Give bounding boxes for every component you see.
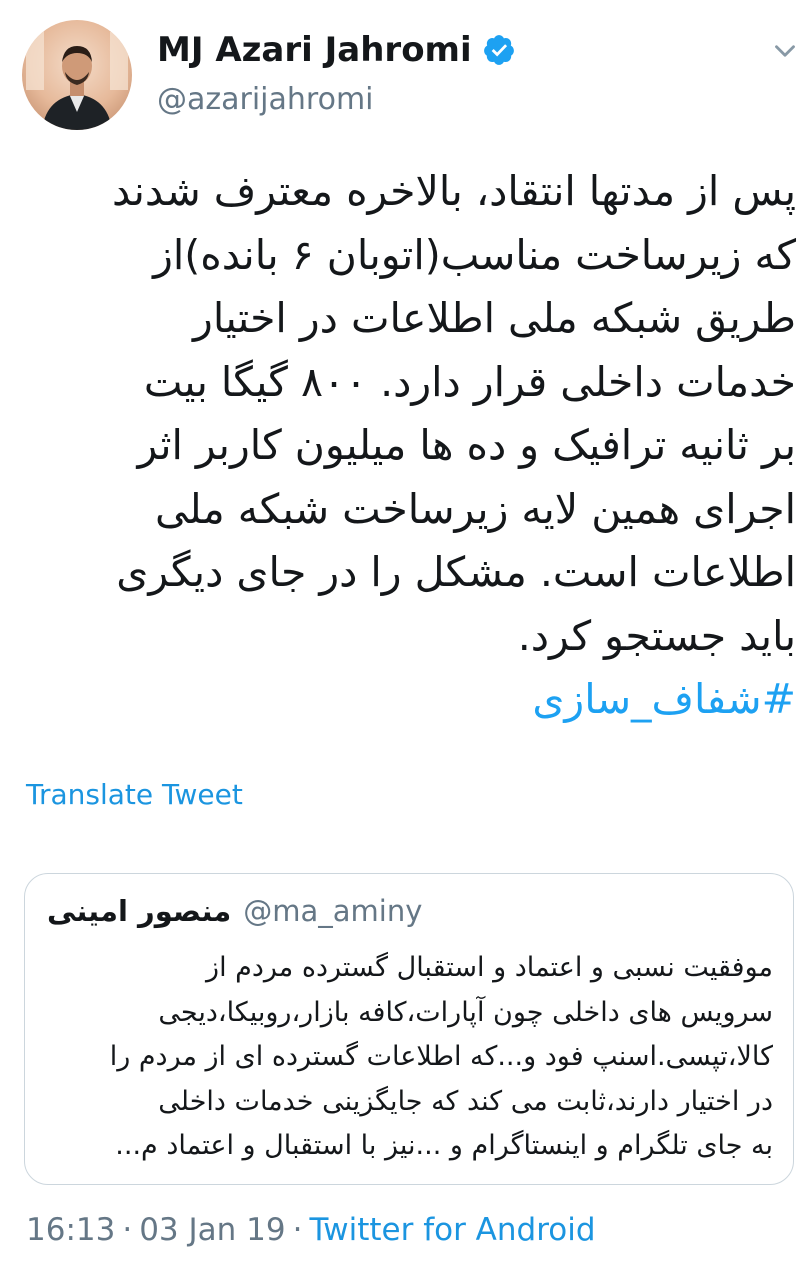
author-display-name[interactable]: MJ Azari Jahromi — [157, 30, 472, 70]
tweet-line: خدمات داخلی قرار دارد. ۸۰۰ گیگا بیت — [143, 357, 796, 406]
quoted-tweet-line: موفقیت نسبی و اعتماد و استقبال گسترده مر… — [206, 952, 773, 983]
quoted-tweet-line: کالا،تپسی.اسنپ فود و...که اطلاعات گسترده… — [109, 1041, 773, 1072]
quoted-tweet-text: موفقیت نسبی و اعتماد و استقبال گسترده مر… — [45, 946, 773, 1169]
tweet-line: اجرای همین لایه زیرساخت شبکه ملی — [154, 484, 796, 533]
translate-tweet-link[interactable]: Translate Tweet — [26, 778, 243, 811]
tweet-source-link[interactable]: Twitter for Android — [309, 1212, 595, 1248]
separator-dot: · — [292, 1212, 303, 1248]
tweet-line: بر ثانیه ترافیک و ده ها میلیون کاربر اثر — [137, 421, 796, 469]
quoted-tweet-header: منصور امینی @ma_aminy — [47, 894, 422, 928]
author-handle[interactable]: @azarijahromi — [157, 82, 374, 117]
quoted-tweet-line: سرویس های داخلی چون آپارات،کافه بازار،رو… — [158, 996, 773, 1028]
quoted-tweet-line: در اختیار دارند،ثابت می کند که جایگزینی … — [158, 1085, 773, 1117]
quoted-tweet-line: به جای تلگرام و اینستاگرام و ...نیز با ا… — [115, 1130, 773, 1161]
avatar[interactable] — [22, 20, 132, 130]
chevron-down-icon[interactable] — [768, 34, 802, 68]
tweet-text: پس از مدتها انتقاد، بالاخره معترف شدند ک… — [20, 160, 796, 732]
tweet-line: که زیرساخت مناسب(اتوبان ۶ بانده)از — [153, 230, 796, 279]
separator-dot: · — [122, 1212, 133, 1248]
quoted-tweet-card[interactable]: منصور امینی @ma_aminy موفقیت نسبی و اعتم… — [24, 873, 794, 1185]
tweet-line: باید جستجو کرد. — [517, 611, 796, 660]
tweet-footer: 16:13 · 03 Jan 19 · Twitter for Android — [26, 1212, 596, 1248]
avatar-photo — [22, 20, 132, 130]
quoted-author-name: منصور امینی — [47, 894, 232, 928]
tweet-time[interactable]: 16:13 — [26, 1212, 115, 1248]
quoted-author-handle: @ma_aminy — [243, 894, 423, 928]
tweet-line: اطلاعات است. مشکل را در جای دیگری — [116, 548, 796, 596]
tweet-line: طریق شبکه ملی اطلاعات در اختیار — [193, 294, 796, 342]
tweet-line: پس از مدتها انتقاد، بالاخره معترف شدند — [111, 167, 796, 215]
tweet-date[interactable]: 03 Jan 19 — [139, 1212, 285, 1248]
verified-badge-icon — [483, 35, 514, 65]
author-name-row: MJ Azari Jahromi — [157, 30, 516, 70]
hashtag-link[interactable]: #شفاف_سازی — [20, 668, 796, 732]
